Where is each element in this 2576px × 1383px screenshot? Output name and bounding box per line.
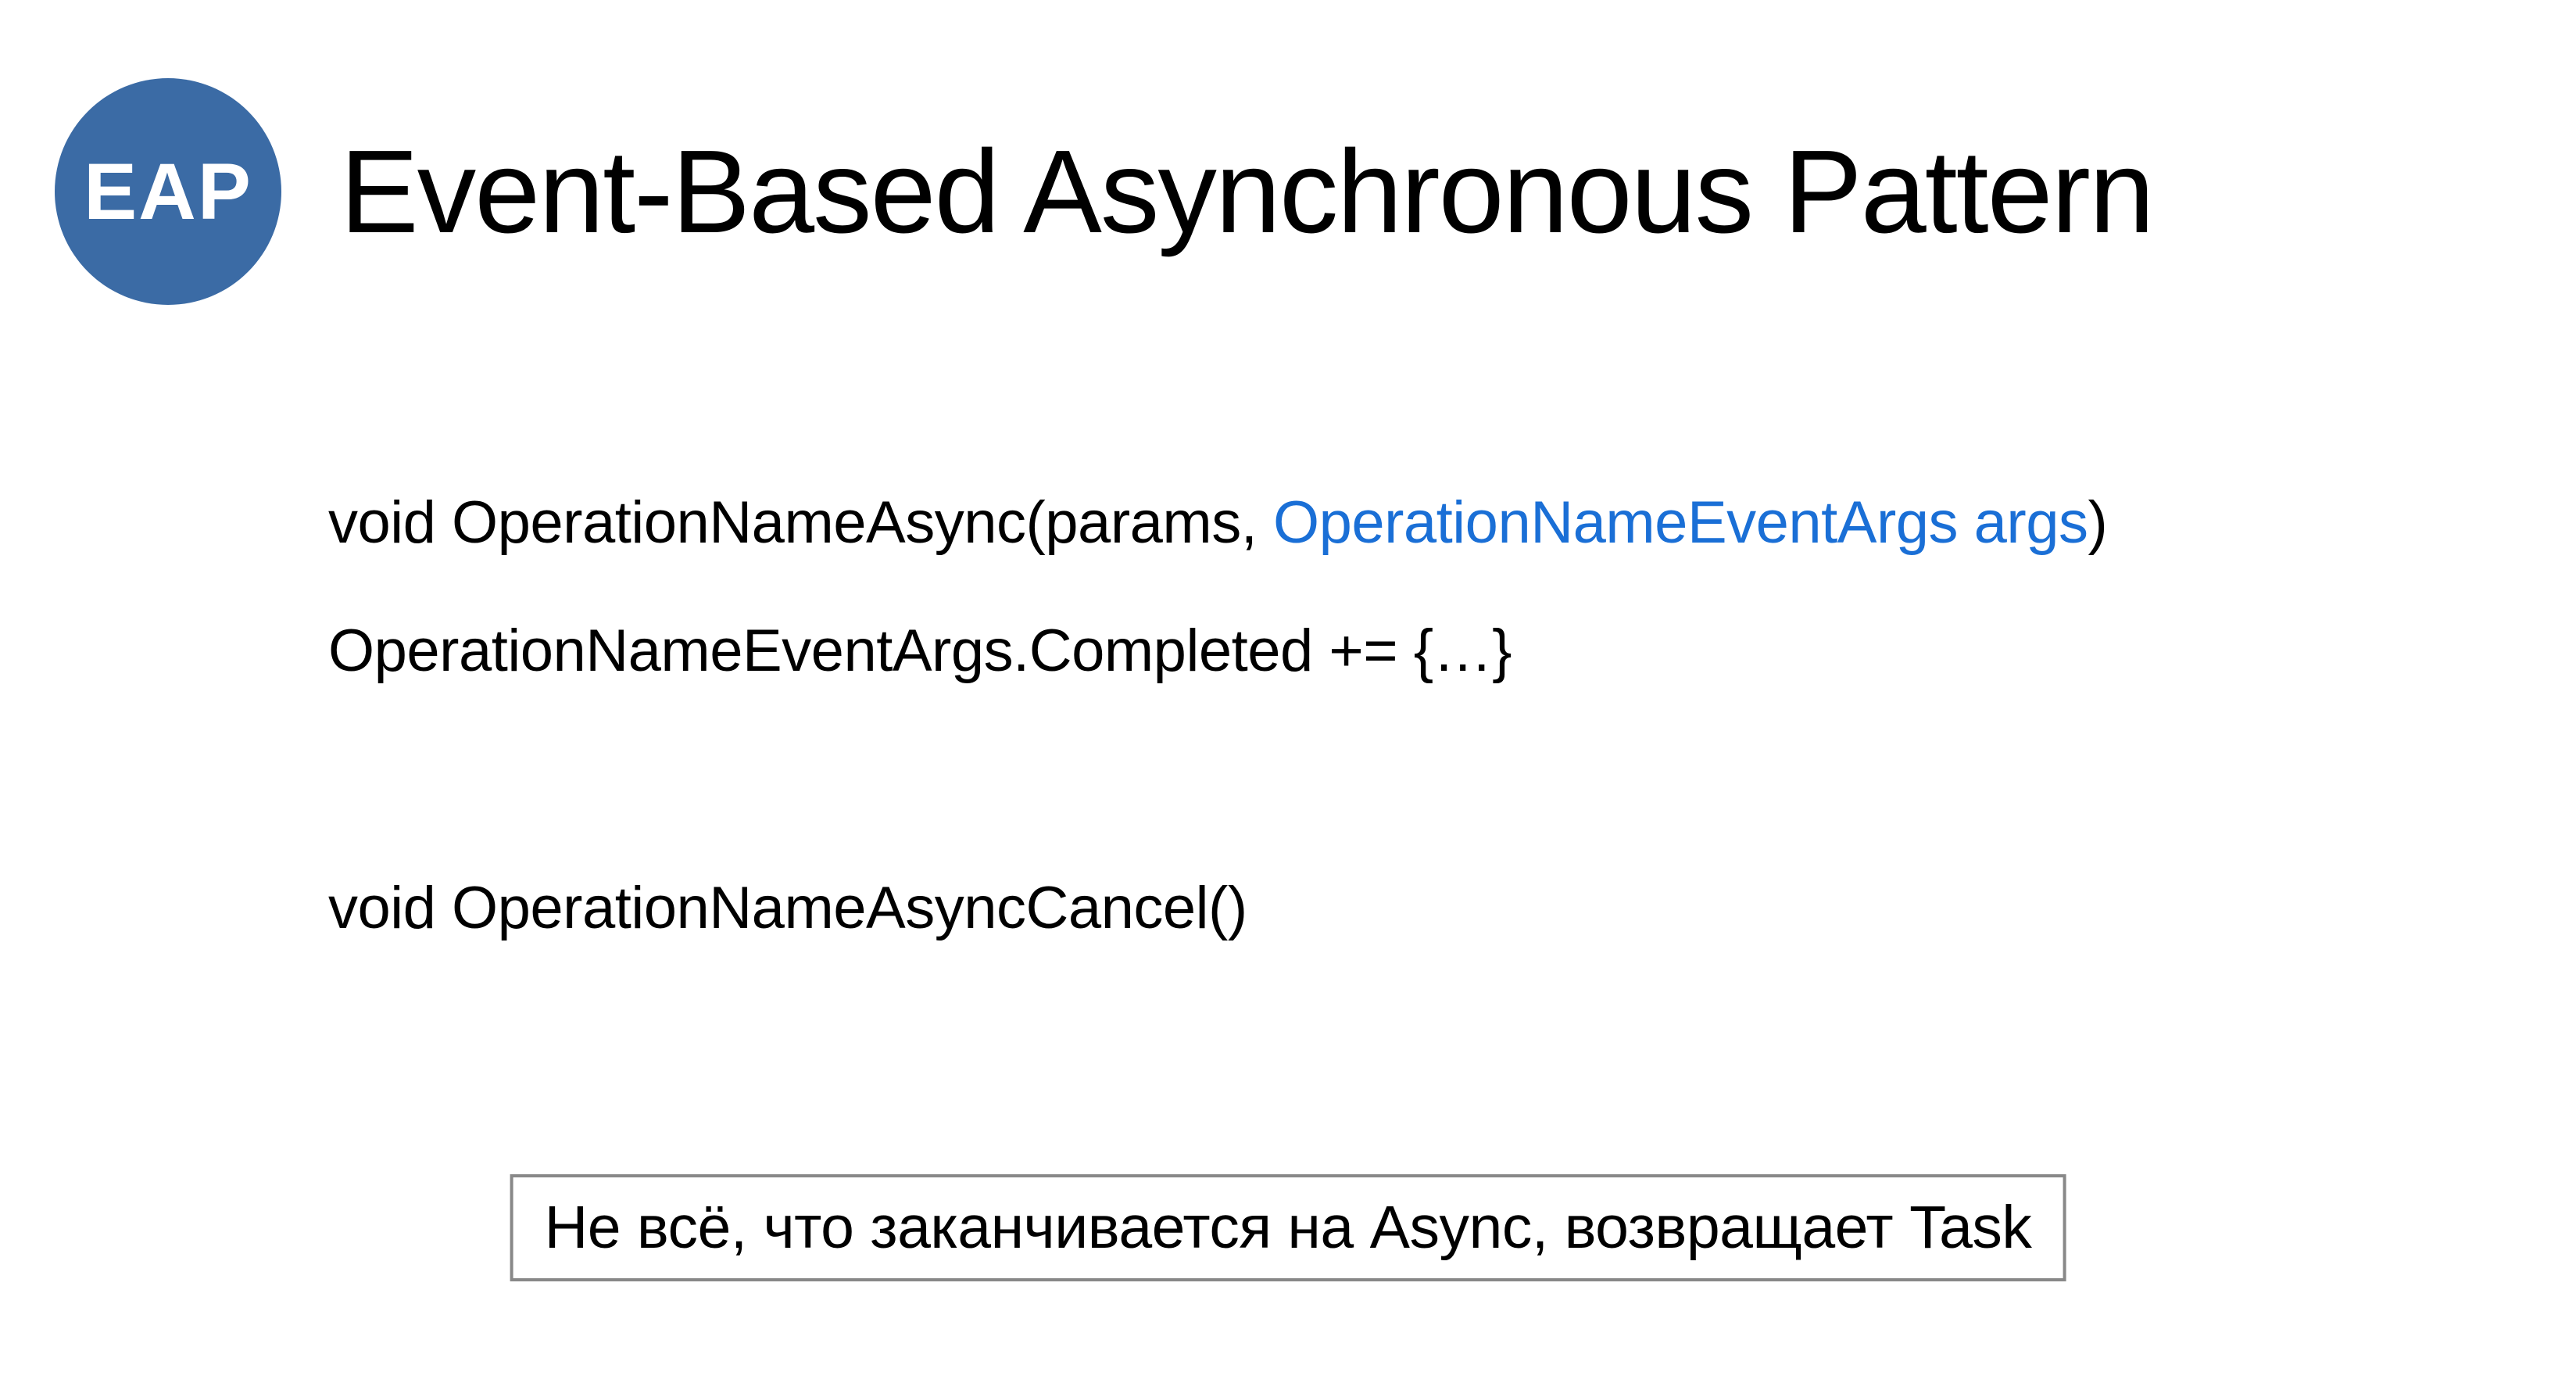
slide-title: Event-Based Asynchronous Pattern xyxy=(340,124,2153,260)
slide-footer: Не всё, что заканчивается на Async, возв… xyxy=(510,1174,2066,1281)
footer-note-box: Не всё, что заканчивается на Async, возв… xyxy=(510,1174,2066,1281)
code-line-1: void OperationNameAsync(params, Operatio… xyxy=(328,485,2576,562)
code-content: void OperationNameAsync(params, Operatio… xyxy=(0,305,2576,947)
code-line-1-suffix: ) xyxy=(2088,489,2108,556)
code-line-1-prefix: void OperationNameAsync(params, xyxy=(328,489,1273,556)
eap-badge: EAP xyxy=(55,78,281,305)
badge-label: EAP xyxy=(84,146,252,238)
code-line-1-highlight: OperationNameEventArgs args xyxy=(1273,489,2088,556)
code-line-2: OperationNameEventArgs.Completed += {…} xyxy=(328,613,2576,690)
slide-header: EAP Event-Based Asynchronous Pattern xyxy=(0,0,2576,305)
code-line-3: void OperationNameAsyncCancel() xyxy=(328,870,2576,948)
